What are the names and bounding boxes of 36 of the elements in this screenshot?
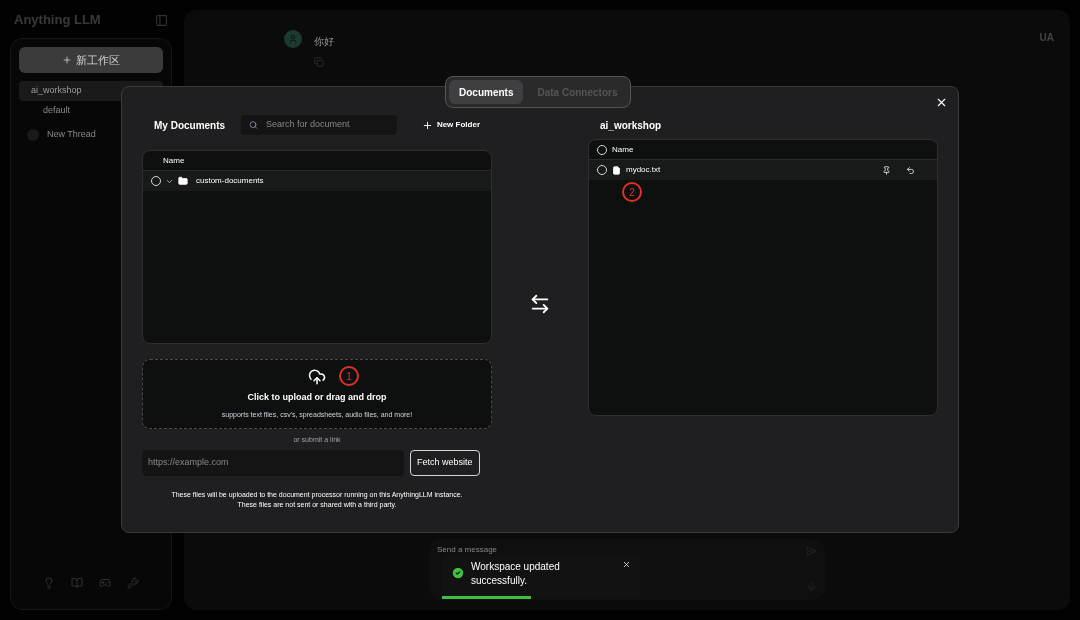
fetch-website-button[interactable]: Fetch website <box>410 449 480 476</box>
pin-icon[interactable] <box>882 165 891 175</box>
folder-name: custom-documents <box>196 175 264 187</box>
search-input[interactable]: Search for document <box>265 118 390 132</box>
search-icon <box>249 120 258 130</box>
close-icon[interactable] <box>622 560 631 569</box>
avatar-icon <box>284 30 302 48</box>
panel-title: My Documents <box>154 118 226 133</box>
undo-icon[interactable] <box>906 165 915 175</box>
transfer-arrows-icon[interactable] <box>529 292 551 315</box>
success-icon <box>451 566 465 580</box>
folder-icon <box>178 176 188 186</box>
folder-row[interactable]: custom-documents <box>143 171 491 191</box>
new-folder-button[interactable]: New Folder <box>421 119 480 131</box>
upload-title: Click to upload or drag and drop <box>247 391 387 404</box>
url-field[interactable]: https://example.com <box>142 449 404 476</box>
workspace-title: ai_workshop <box>599 118 663 133</box>
modal-tab[interactable]: Documents <box>449 80 524 104</box>
step-marker: 1 <box>339 366 359 386</box>
input-placeholder: Send a message <box>437 545 498 556</box>
column-header: Name <box>163 154 185 167</box>
sidebar-toggle-icon[interactable] <box>155 13 168 27</box>
toast-message: Workspace updated successfully. <box>471 560 561 588</box>
chat-message: 你好 <box>314 35 334 49</box>
plus-icon <box>62 55 72 65</box>
search-field[interactable]: Search for document <box>241 115 398 135</box>
file-name: mydoc.txt <box>626 164 661 176</box>
close-button[interactable] <box>935 96 948 109</box>
plus-icon <box>421 119 433 131</box>
column-header: Name <box>612 143 634 156</box>
cloud-upload-icon <box>308 368 326 386</box>
step-marker: 2 <box>622 182 642 202</box>
file-icon <box>612 165 621 175</box>
brand-logo: Anything LLM <box>14 11 101 30</box>
new-workspace-button[interactable]: 新工作区 <box>19 47 163 73</box>
file-row[interactable]: mydoc.txt <box>589 160 937 180</box>
